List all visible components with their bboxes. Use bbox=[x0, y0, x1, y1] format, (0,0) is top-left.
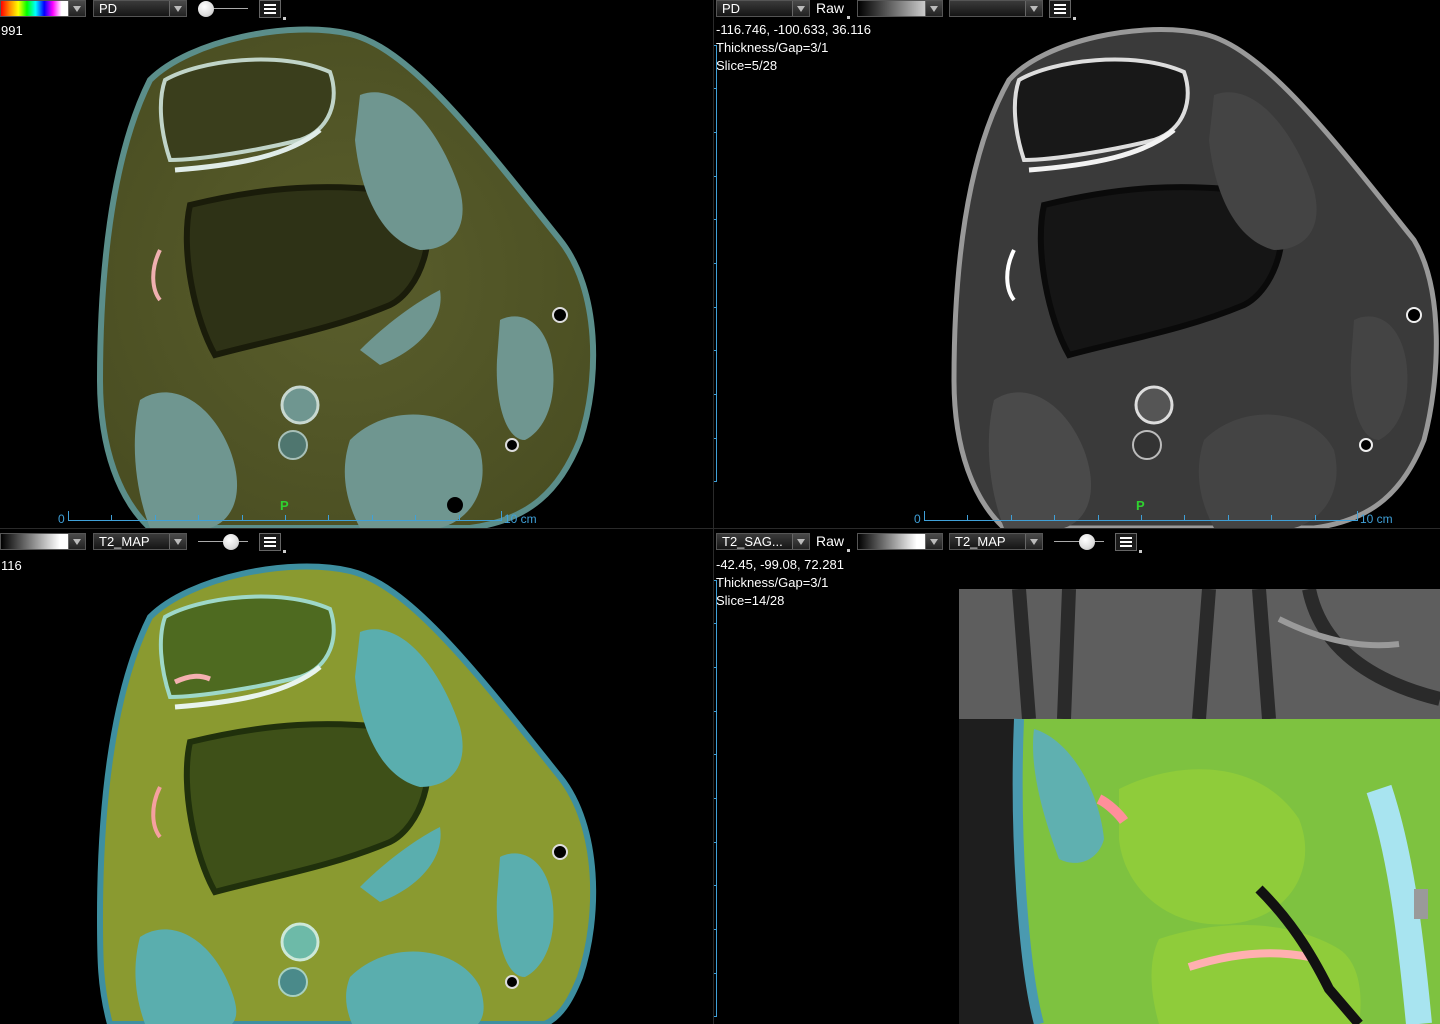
series-dropdown[interactable]: T2_SAG... bbox=[716, 533, 810, 550]
vruler-top-label: 10 bbox=[714, 555, 718, 567]
chevron-down-icon[interactable] bbox=[792, 534, 809, 549]
series-dropdown[interactable]: PD bbox=[93, 0, 187, 17]
vruler-top-label: 10 bbox=[714, 20, 718, 32]
hamburger-menu-icon[interactable] bbox=[1115, 533, 1142, 553]
hamburger-menu-icon[interactable] bbox=[259, 0, 286, 20]
series-dropdown[interactable]: PD bbox=[716, 0, 810, 17]
hruler-start-label: 0 bbox=[914, 512, 921, 526]
overlay-dropdown[interactable]: T2_MAP bbox=[949, 533, 1043, 550]
display-mode-label[interactable]: Raw bbox=[816, 0, 851, 19]
overlay-dropdown[interactable] bbox=[949, 0, 1043, 17]
mri-image-axial-grayscale[interactable] bbox=[714, 20, 1440, 528]
chevron-down-icon[interactable] bbox=[925, 1, 942, 16]
chevron-down-icon[interactable] bbox=[792, 1, 809, 16]
viewport-toolbar: PD bbox=[0, 0, 713, 20]
series-dropdown-label: PD bbox=[99, 1, 118, 16]
mri-image-axial-fused[interactable] bbox=[0, 20, 713, 528]
slider-knob[interactable] bbox=[1079, 534, 1095, 550]
vruler-unit-label: cm bbox=[714, 567, 718, 579]
viewport-top-right[interactable]: PD Raw -116.746, -100.633, 36.116 Thickn… bbox=[714, 0, 1440, 528]
overlay-dropdown[interactable]: T2_MAP bbox=[93, 533, 187, 550]
chevron-down-icon[interactable] bbox=[169, 1, 186, 16]
grayscale-colormap-dropdown[interactable] bbox=[857, 0, 943, 17]
horizontal-ruler bbox=[68, 511, 502, 525]
display-mode-label[interactable]: Raw bbox=[816, 533, 851, 552]
overlay-dropdown-label: T2_MAP bbox=[99, 534, 150, 549]
slider-knob[interactable] bbox=[223, 534, 239, 550]
viewport-bottom-right[interactable]: T2_SAG... Raw T2_MAP -42.45, -99.08, 72.… bbox=[714, 529, 1440, 1024]
grayscale-colormap-dropdown[interactable] bbox=[0, 533, 86, 550]
chevron-down-icon[interactable] bbox=[68, 1, 85, 16]
colormap-dropdown[interactable] bbox=[0, 0, 86, 17]
viewport-toolbar: T2_SAG... Raw T2_MAP bbox=[714, 531, 1440, 553]
horizontal-ruler bbox=[924, 511, 1358, 525]
slider-knob[interactable] bbox=[198, 1, 214, 17]
mri-image-sagittal-fused[interactable] bbox=[959, 589, 1440, 1024]
hruler-start-label: 0 bbox=[58, 512, 65, 526]
viewport-bottom-left[interactable]: T2_MAP 116 bbox=[0, 529, 713, 1024]
vertical-ruler bbox=[714, 45, 722, 482]
info-overlay: -42.45, -99.08, 72.281 Thickness/Gap=3/1… bbox=[716, 556, 844, 610]
viewport-toolbar: T2_MAP bbox=[0, 531, 713, 553]
cursor-coordinates: -42.45, -99.08, 72.281 bbox=[716, 557, 844, 572]
vruler-bottom-label: 0 bbox=[714, 1014, 720, 1024]
chevron-down-icon[interactable] bbox=[1025, 1, 1042, 16]
vruler-unit-label: cm bbox=[714, 32, 718, 44]
hamburger-menu-icon[interactable] bbox=[259, 533, 286, 553]
hruler-end-label: 10 cm bbox=[1360, 512, 1393, 526]
chevron-down-icon[interactable] bbox=[68, 534, 85, 549]
hamburger-menu-icon[interactable] bbox=[1049, 0, 1076, 20]
chevron-down-icon[interactable] bbox=[925, 534, 942, 549]
mri-image-axial-t2map[interactable] bbox=[0, 557, 713, 1024]
opacity-slider[interactable] bbox=[1052, 533, 1104, 550]
grayscale-colormap-dropdown[interactable] bbox=[857, 533, 943, 550]
vertical-ruler bbox=[714, 580, 722, 1017]
slice-indicator: Slice=14/28 bbox=[716, 593, 785, 608]
chevron-down-icon[interactable] bbox=[169, 534, 186, 549]
series-dropdown-label: T2_SAG... bbox=[722, 534, 783, 549]
chevron-down-icon[interactable] bbox=[1025, 534, 1042, 549]
series-dropdown-label: PD bbox=[722, 1, 741, 16]
opacity-slider[interactable] bbox=[196, 0, 248, 17]
thickness-gap: Thickness/Gap=3/1 bbox=[716, 575, 829, 590]
vruler-bottom-label: 0 bbox=[714, 482, 720, 494]
hruler-end-label: 10 cm bbox=[504, 512, 537, 526]
viewport-top-left[interactable]: PD 991 P 0 10 cm bbox=[0, 0, 713, 528]
opacity-slider[interactable] bbox=[196, 533, 248, 550]
overlay-dropdown-label: T2_MAP bbox=[955, 534, 1006, 549]
viewport-toolbar: PD Raw bbox=[714, 0, 1440, 20]
